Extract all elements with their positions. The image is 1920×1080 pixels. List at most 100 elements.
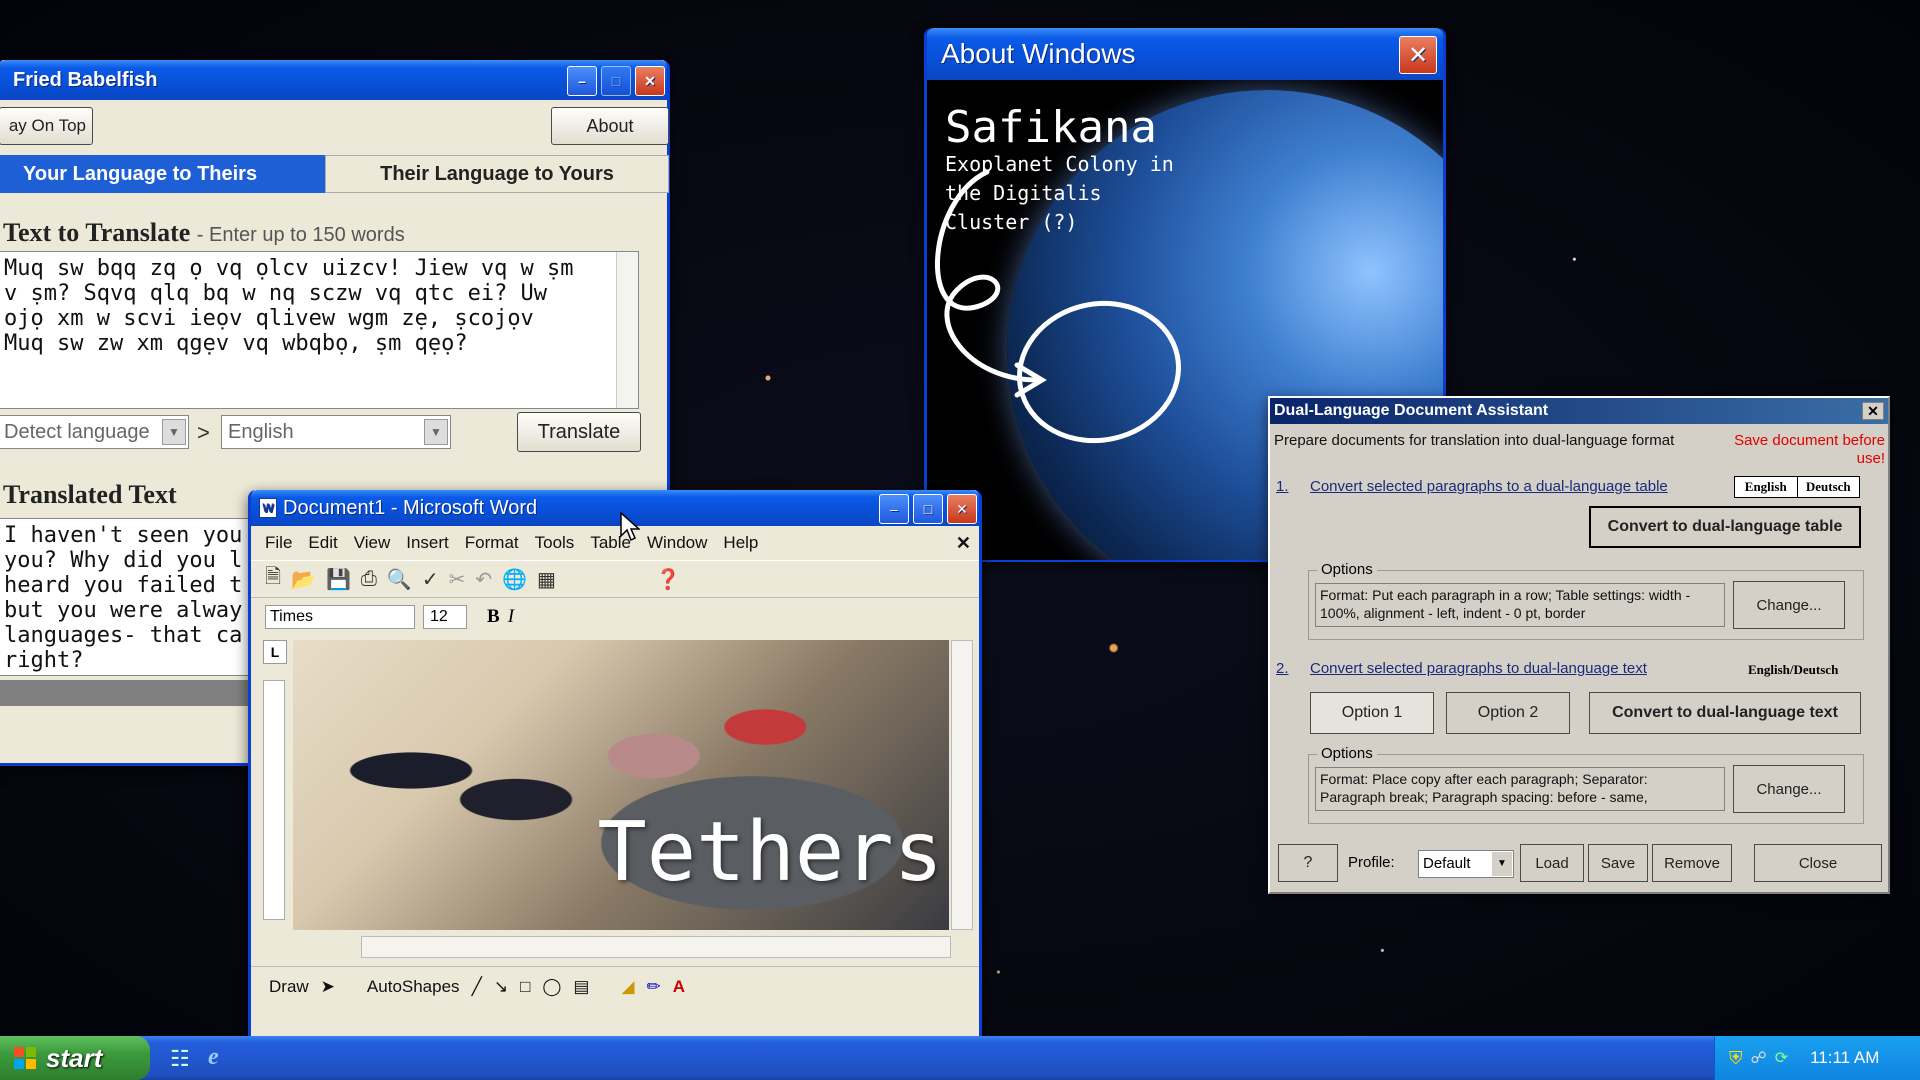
ruler-tab-selector[interactable]: L [263, 640, 287, 664]
start-button[interactable]: start [0, 1036, 150, 1080]
drawing-toolbar: Draw ➤ AutoShapes ╱ ↘ □ ◯ ▤ ◢ ✏ A [251, 966, 979, 1006]
vertical-scrollbar[interactable] [951, 640, 973, 930]
bold-button[interactable]: B [487, 606, 500, 628]
save-icon[interactable]: 💾 [326, 567, 351, 592]
menu-tools[interactable]: Tools [535, 533, 575, 553]
cut-icon[interactable]: ✂ [449, 567, 466, 592]
security-shield-icon[interactable]: ⛨ [1729, 1048, 1743, 1069]
maximize-button[interactable]: □ [601, 66, 631, 96]
close-button[interactable]: Close [1754, 844, 1882, 882]
word-titlebar[interactable]: W Document1 - Microsoft Word – □ ✕ [251, 490, 979, 526]
menu-bar: File Edit View Insert Format Tools Table… [251, 528, 979, 558]
help-icon[interactable]: ❓ [656, 567, 681, 592]
heading-text: Text to Translate [3, 218, 191, 247]
close-button[interactable]: ✕ [635, 66, 665, 96]
profile-select[interactable]: Default ▼ [1418, 850, 1514, 878]
autoshapes-menu[interactable]: AutoShapes [367, 977, 460, 997]
from-language-select[interactable]: Detect language ▼ [0, 415, 189, 449]
translated-text-heading: Translated Text [3, 480, 177, 509]
document-area[interactable]: Tethers [293, 640, 949, 930]
option2-button[interactable]: Option 2 [1446, 692, 1570, 734]
new-doc-icon[interactable]: 🗎 [265, 562, 281, 596]
to-language-select[interactable]: English ▼ [221, 415, 451, 449]
planet-name: Safikana [945, 102, 1157, 153]
stay-on-top-button[interactable]: ay On Top [0, 107, 93, 145]
load-button[interactable]: Load [1520, 844, 1584, 882]
oval-icon[interactable]: ◯ [542, 977, 561, 997]
convert-table-button[interactable]: Convert to dual-language table [1589, 506, 1861, 548]
menu-format[interactable]: Format [465, 533, 519, 553]
menu-help[interactable]: Help [723, 533, 758, 553]
menu-window[interactable]: Window [647, 533, 707, 553]
draw-menu[interactable]: Draw [269, 977, 309, 997]
menu-insert[interactable]: Insert [406, 533, 449, 553]
about-titlebar[interactable]: About Windows ✕ [927, 28, 1443, 80]
italic-button[interactable]: I [508, 606, 514, 628]
undo-icon[interactable]: ↶ [475, 567, 492, 592]
network-icon[interactable]: ☍ [1751, 1048, 1767, 1068]
change-options1-button[interactable]: Change... [1733, 581, 1845, 629]
planet-description: Exoplanet Colony in the Digitalis Cluste… [945, 152, 1174, 234]
textbox-icon[interactable]: ▤ [573, 977, 589, 997]
menu-edit[interactable]: Edit [308, 533, 337, 553]
close-icon[interactable]: ✕ [1862, 402, 1884, 420]
close-button[interactable]: ✕ [1399, 36, 1437, 74]
tab-your-language[interactable]: Your Language to Theirs [0, 155, 325, 193]
font-color-icon[interactable]: A [673, 977, 685, 997]
option1-button[interactable]: Option 1 [1310, 692, 1434, 734]
remove-button[interactable]: Remove [1652, 844, 1732, 882]
to-language-value: English [228, 420, 294, 443]
print-preview-icon[interactable]: 🔍 [387, 567, 412, 592]
translate-button[interactable]: Translate [517, 412, 641, 452]
start-label: start [46, 1042, 103, 1073]
print-icon[interactable]: ⎙ [361, 568, 377, 591]
save-profile-button[interactable]: Save [1588, 844, 1648, 882]
step1-link[interactable]: Convert selected paragraphs to a dual-la… [1310, 478, 1668, 495]
spellcheck-icon[interactable]: ✓ [422, 567, 439, 592]
open-folder-icon[interactable]: 📂 [291, 567, 316, 592]
update-icon[interactable]: ⟳ [1775, 1048, 1788, 1068]
profile-label: Profile: [1348, 854, 1395, 871]
arrow-icon[interactable]: ↘ [494, 977, 508, 997]
quicklaunch-ie-icon[interactable]: e [208, 1044, 219, 1071]
change-options2-button[interactable]: Change... [1733, 765, 1845, 813]
tab-their-language[interactable]: Their Language to Yours [325, 155, 669, 193]
menu-view[interactable]: View [354, 533, 391, 553]
dual-language-window: Dual-Language Document Assistant ✕ Prepa… [1268, 396, 1890, 894]
vertical-ruler [263, 680, 285, 920]
quicklaunch-desktop-icon[interactable]: ☷ [170, 1046, 190, 1072]
table-icon[interactable]: ▦ [537, 567, 556, 592]
babelfish-titlebar[interactable]: Fried Babelfish – □ ✕ [0, 60, 667, 100]
cursor-select-icon[interactable]: ➤ [321, 977, 335, 997]
font-size-box[interactable]: 12 [423, 605, 467, 629]
line-icon[interactable]: ╱ [472, 977, 482, 997]
step2-link[interactable]: Convert selected paragraphs to dual-lang… [1310, 660, 1647, 677]
globe-icon[interactable]: 🌐 [502, 567, 527, 592]
options2-label: Options [1317, 745, 1377, 762]
maximize-button[interactable]: □ [913, 494, 943, 524]
close-button[interactable]: ✕ [947, 494, 977, 524]
heading-hint: - Enter up to 150 words [196, 224, 405, 246]
rectangle-icon[interactable]: □ [520, 977, 530, 997]
font-name-box[interactable]: Times [265, 605, 415, 629]
fill-color-icon[interactable]: ◢ [621, 977, 634, 997]
dual-titlebar[interactable]: Dual-Language Document Assistant ✕ [1270, 398, 1888, 424]
about-button[interactable]: About [551, 107, 669, 145]
source-scrollbar[interactable] [616, 252, 638, 408]
options2-text: Format: Place copy after each paragraph;… [1315, 767, 1725, 811]
taskbar: start ☷ e ⛨ ☍ ⟳ 11:11 AM [0, 1036, 1920, 1080]
help-button[interactable]: ? [1278, 844, 1338, 882]
options1-group: Options Format: Put each paragraph in a … [1308, 561, 1864, 640]
minimize-button[interactable]: – [567, 66, 597, 96]
convert-text-button[interactable]: Convert to dual-language text [1589, 692, 1861, 734]
menu-file[interactable]: File [265, 533, 292, 553]
source-text-area[interactable]: Muq sw bqq zq ọ vq ọlcv uizcv! Jiew vq w… [0, 251, 639, 409]
step2-number: 2. [1276, 660, 1289, 677]
step1-number: 1. [1276, 478, 1289, 495]
options1-text: Format: Put each paragraph in a row; Tab… [1315, 583, 1725, 627]
line-color-icon[interactable]: ✏ [647, 977, 661, 997]
horizontal-scrollbar[interactable] [361, 936, 951, 958]
lang-b: Deutsch [1805, 479, 1851, 494]
close-doc-icon[interactable]: ✕ [956, 533, 971, 554]
minimize-button[interactable]: – [879, 494, 909, 524]
